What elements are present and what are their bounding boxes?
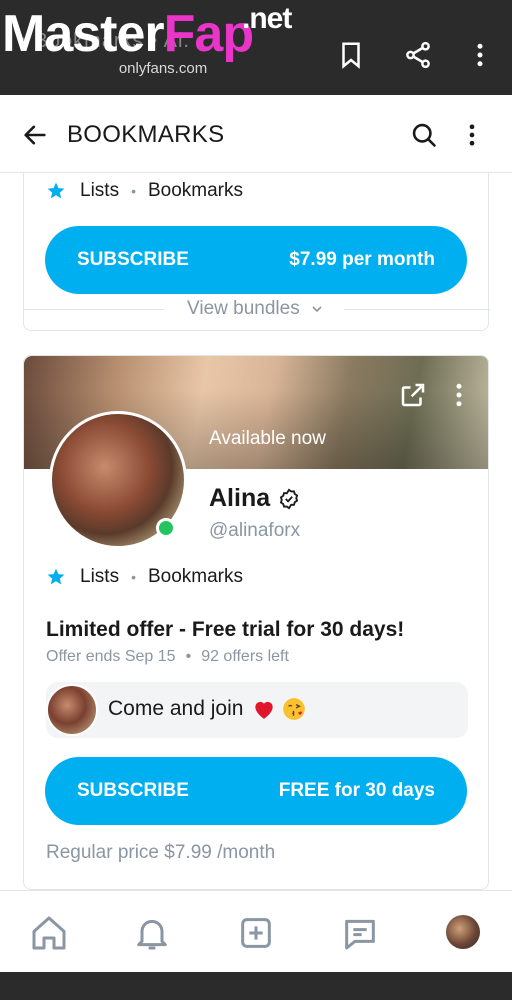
bookmarks-feed[interactable]: Lists • Bookmarks SUBSCRIBE $7.99 per mo… (0, 173, 512, 890)
subscribe-label: SUBSCRIBE (77, 249, 189, 270)
bookmarks-link[interactable]: Bookmarks (148, 566, 243, 588)
promo-avatar (46, 684, 98, 736)
separator-dot: • (185, 648, 192, 665)
system-navigation-bar (0, 972, 512, 1000)
add-post-icon[interactable] (236, 913, 276, 953)
profile-avatar[interactable] (446, 915, 480, 949)
lists-link[interactable]: Lists (80, 566, 119, 588)
red-heart-emoji (255, 701, 274, 719)
creator-name-text: Alina (209, 484, 271, 512)
chevron-down-icon (312, 306, 322, 313)
subscribe-label: SUBSCRIBE (77, 780, 189, 801)
notifications-icon[interactable] (132, 913, 172, 953)
more-vertical-icon[interactable] (465, 40, 495, 70)
watermark-right: Fap (163, 5, 254, 63)
creator-card: Available now Alina @alinaforx Lists • B… (23, 355, 489, 890)
lists-link[interactable]: Lists (80, 180, 119, 202)
subscribe-price: $7.99 per month (289, 249, 435, 270)
watermark-left: Master (2, 5, 165, 63)
subscribe-button[interactable]: SUBSCRIBE $7.99 per month (45, 226, 467, 294)
app-header: BOOKMARKS (0, 95, 512, 173)
more-vertical-icon[interactable] (444, 380, 474, 410)
promo-message: Come and join (46, 682, 468, 738)
view-bundles-label: View bundles (187, 298, 300, 319)
creator-name[interactable]: Alina (209, 484, 300, 513)
bookmarks-link[interactable]: Bookmarks (148, 180, 243, 202)
share-icon[interactable] (403, 40, 433, 70)
regular-price: Regular price $7.99 /month (46, 842, 276, 863)
lists-row: Lists • Bookmarks (46, 180, 243, 202)
subscribe-price: FREE for 30 days (278, 780, 435, 801)
more-vertical-icon[interactable] (458, 121, 486, 149)
watermark-suffix: .net (242, 2, 292, 35)
offers-left: 92 offers left (201, 648, 289, 665)
view-bundles-link[interactable]: View bundles (24, 298, 488, 320)
star-icon (47, 182, 65, 199)
search-icon[interactable] (410, 121, 438, 149)
url-display[interactable]: onlyfans.com (98, 60, 228, 77)
online-indicator (156, 518, 176, 538)
verified-icon (279, 488, 299, 509)
bookmark-icon[interactable] (336, 40, 366, 70)
home-icon[interactable] (29, 913, 69, 953)
star-icon (47, 568, 65, 585)
lists-row: Lists • Bookmarks (46, 566, 243, 588)
subscribe-button[interactable]: SUBSCRIBE FREE for 30 days (45, 757, 467, 825)
page-title: BOOKMARKS (67, 121, 225, 148)
share-icon[interactable] (398, 380, 428, 410)
back-arrow-icon[interactable] (21, 121, 49, 149)
offer-ends: Offer ends Sep 15 (46, 648, 176, 665)
offer-meta: Offer ends Sep 15 • 92 offers left (46, 648, 289, 666)
promo-message-text: Come and join (108, 697, 244, 720)
availability-status: Available now (209, 428, 326, 449)
separator-dot: • (131, 183, 136, 199)
separator-dot: • (131, 569, 136, 585)
messages-icon[interactable] (340, 913, 380, 953)
watermark: MasterFap .net (2, 4, 292, 63)
creator-handle[interactable]: @alinaforx (209, 520, 300, 542)
promo-text: Come and join (108, 696, 307, 722)
browser-toolbar: • Bookmarks • Al. MasterFap .net onlyfan… (0, 0, 512, 95)
offer-title: Limited offer - Free trial for 30 days! (46, 618, 405, 641)
bottom-navigation (0, 890, 512, 972)
creator-card: Lists • Bookmarks SUBSCRIBE $7.99 per mo… (23, 173, 490, 331)
kissing-face-emoji (283, 698, 306, 720)
